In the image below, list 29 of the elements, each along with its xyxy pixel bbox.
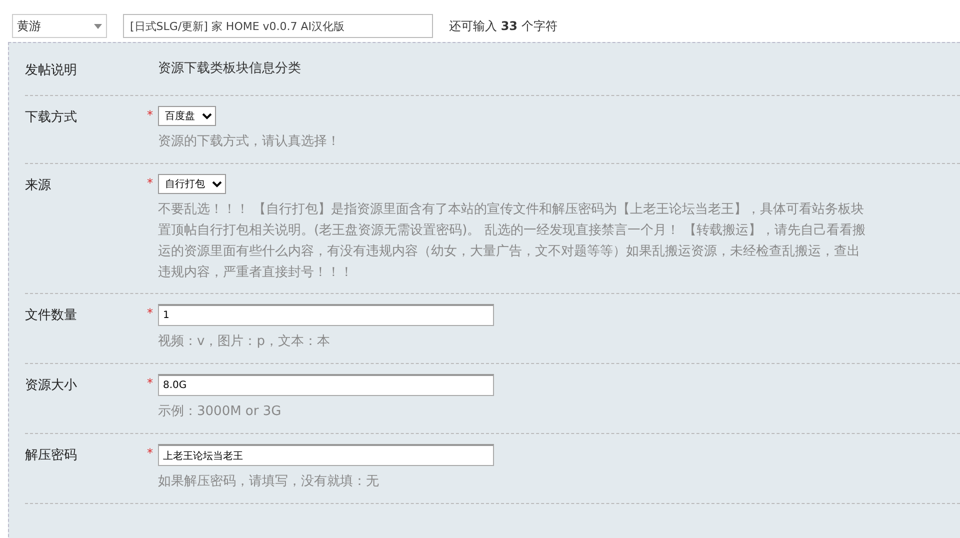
required-mark: * — [147, 445, 154, 462]
required-mark: * — [147, 174, 154, 192]
field-label: 资源大小 — [25, 377, 78, 396]
hint-text: 视频：v，图片：p，文本：本 — [158, 333, 331, 352]
title-input[interactable]: [日式SLG/更新] 家 HOME v0.0.7 AI汉化版 — [123, 14, 433, 38]
required-mark: * — [147, 375, 154, 392]
text-input[interactable]: 1 — [158, 304, 494, 326]
dropdown-select[interactable]: 百度盘 — [158, 106, 216, 126]
required-mark: * — [147, 106, 154, 124]
char-counter: 还可输入 33 个字符 — [449, 18, 558, 35]
category-select[interactable]: 黄游 — [12, 14, 107, 38]
hint-text: 示例：3000M or 3G — [158, 403, 282, 422]
hint-text: 如果解压密码，请填写，没有就填：无 — [158, 473, 380, 492]
field-label: 来源 — [25, 176, 52, 195]
field-label: 发帖说明 — [25, 62, 78, 80]
field-label: 文件数量 — [25, 307, 78, 326]
field-label: 下载方式 — [25, 108, 78, 126]
hint-text: 不要乱选！！！ 【自行打包】是指资源里面含有了本站的宣传文件和解压密码为【上老王论坛当老王】，具体可看站务板块 — [158, 201, 866, 220]
hint-text: 置顶帖自行打包相关说明。(老王盘资源无需设置密码)。 乱选的一经发现直接禁言一个月！ 【转载搬运】，请先自己看看搬 — [158, 222, 866, 240]
hint-text: 违规内容，严重者直接封号！！！ — [158, 264, 354, 282]
text-input[interactable]: 8.0G — [158, 374, 494, 396]
caret-icon — [94, 24, 102, 28]
section-value: 资源下载类板块信息分类 — [158, 60, 301, 78]
text-input[interactable]: 上老王论坛当老王 — [158, 444, 494, 466]
field-label: 解压密码 — [25, 447, 78, 466]
hint-text: 运的资源里面有些什么内容，有没有违规内容（幼女，大量广告，文不对题等等）如果乱搬运资源，未经检查乱搬运，查出 — [158, 242, 861, 261]
dropdown-select[interactable]: 自行打包 — [158, 174, 226, 194]
hint-text: 资源的下载方式，请认真选择！ — [158, 133, 340, 151]
required-mark: * — [147, 305, 154, 322]
